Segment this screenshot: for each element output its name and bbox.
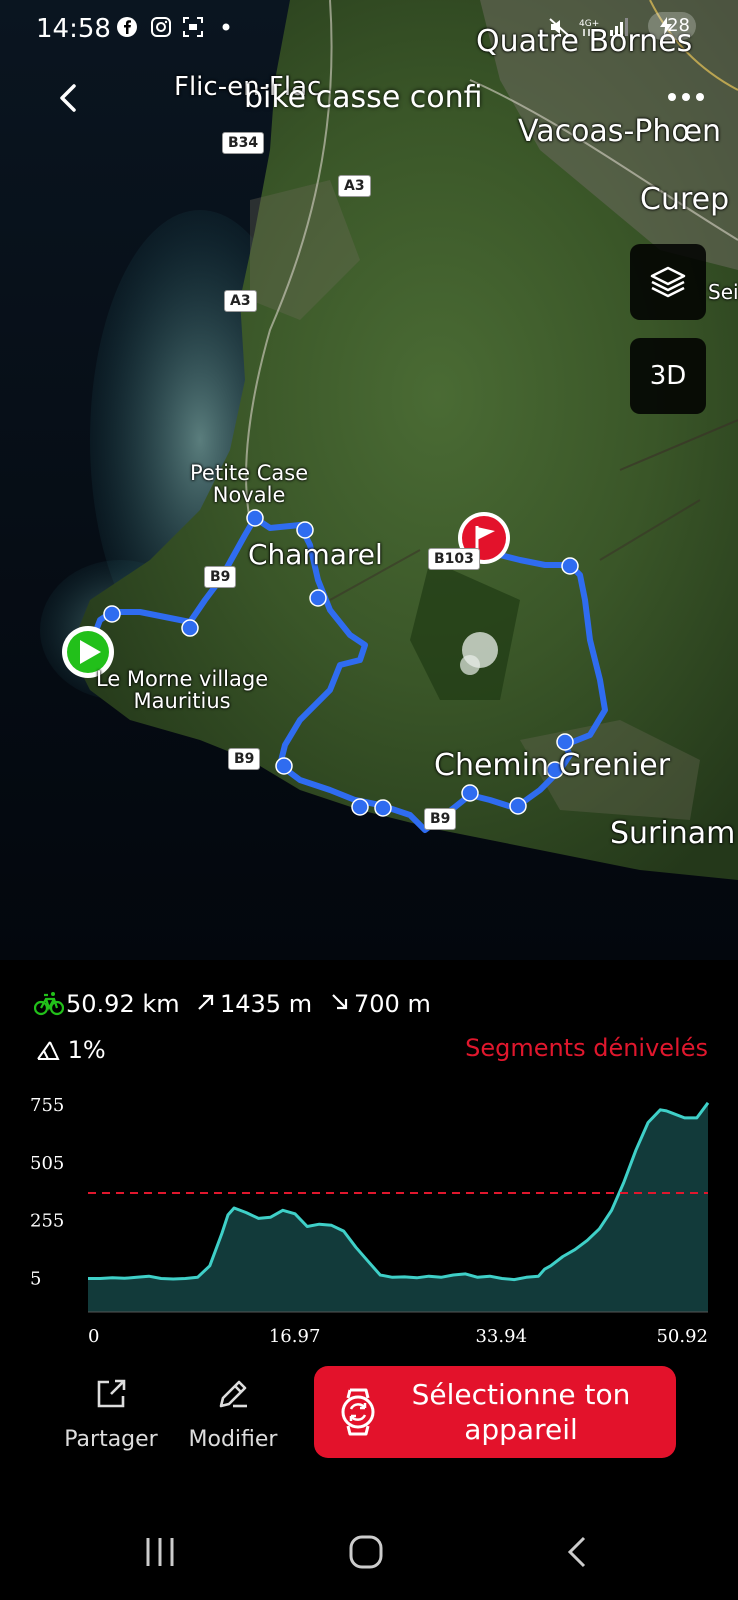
- elevation-area: [88, 1102, 708, 1312]
- mute-icon: [549, 18, 569, 36]
- signal-icon: [610, 18, 628, 36]
- recent-apps-button[interactable]: [138, 1530, 182, 1574]
- instagram-icon: [151, 17, 171, 37]
- road-shield-b9: B9: [204, 566, 237, 588]
- y-tick-label: 755: [30, 1095, 64, 1116]
- road-shield-b9: B9: [424, 808, 457, 830]
- y-tick-label: 505: [30, 1153, 64, 1174]
- back-chevron-icon: [567, 1536, 586, 1568]
- y-tick-label: 255: [30, 1211, 64, 1232]
- elevation-chart[interactable]: 755 505 255 5 0 16.97 33.94 50.92: [0, 1080, 738, 1350]
- x-tick-label: 33.94: [475, 1326, 527, 1347]
- chevron-left-icon: [60, 84, 76, 112]
- more-options-button[interactable]: [664, 82, 708, 112]
- facebook-icon: [117, 17, 137, 37]
- map-label-le-morne: Le Morne village Mauritius: [96, 667, 269, 714]
- map-view[interactable]: Quatre Bornes Flic-en-Flac Vacoas-Phœn C…: [0, 0, 738, 960]
- bike-icon: [34, 992, 64, 1016]
- descent-value: 700 m: [354, 990, 431, 1018]
- grade-value: 1%: [67, 1036, 106, 1064]
- map-label-chamarel: Chamarel: [248, 538, 383, 571]
- 3d-label: 3D: [649, 361, 687, 391]
- route-title: bike casse confi: [244, 80, 483, 115]
- edit-label: Modifier: [188, 1427, 278, 1452]
- 4g-icon: 4G+: [579, 19, 599, 36]
- road-shield-a3: A3: [224, 290, 257, 312]
- layers-icon: [650, 266, 686, 298]
- home-button[interactable]: [344, 1530, 388, 1574]
- map-label-chemin-grenier: Chemin Grenier: [434, 748, 671, 783]
- system-back-button[interactable]: [556, 1530, 600, 1574]
- map-label-vacoas: Vacoas-Phœn: [518, 114, 722, 149]
- x-tick-label: 50.92: [656, 1326, 708, 1347]
- map-label-sei: Sei: [708, 280, 738, 304]
- descent-arrow-icon: [332, 994, 348, 1010]
- dot-icon: [222, 23, 230, 31]
- ascent-arrow-icon: [198, 994, 214, 1010]
- select-device-label: Sélectionne ton appareil: [411, 1378, 631, 1446]
- more-dots-icon: [668, 93, 704, 101]
- ascent-value: 1435 m: [220, 990, 313, 1018]
- charging-bolt-icon: [660, 17, 672, 35]
- home-icon: [349, 1535, 383, 1569]
- y-tick-label: 5: [30, 1268, 41, 1289]
- share-button[interactable]: Partager: [56, 1374, 166, 1452]
- recent-apps-icon: [146, 1538, 174, 1566]
- svg-text:4G+: 4G+: [579, 19, 599, 29]
- map-label-petite-case-novale: Petite Case Novale: [190, 461, 309, 508]
- x-tick-label: 16.97: [269, 1326, 321, 1347]
- watch-sync-icon: [341, 1388, 375, 1436]
- segments-link[interactable]: Segments dénivelés: [465, 1034, 708, 1062]
- share-label: Partager: [64, 1427, 158, 1452]
- road-shield-b9: B9: [228, 748, 261, 770]
- map-layers-button[interactable]: [630, 244, 706, 320]
- back-button[interactable]: [46, 76, 90, 120]
- edit-button[interactable]: Modifier: [178, 1374, 288, 1452]
- grade-row: 1%: [36, 1036, 106, 1064]
- grade-icon: [37, 1041, 60, 1060]
- share-icon: [97, 1379, 126, 1408]
- map-label-surinam: Surinam: [610, 816, 736, 851]
- road-shield-b34: B34: [222, 132, 265, 154]
- screenshot-icon: [183, 17, 203, 37]
- pencil-icon: [219, 1380, 247, 1408]
- map-label-curepipe: Curep: [640, 182, 730, 217]
- road-shield-b103: B103: [428, 548, 480, 570]
- select-device-button[interactable]: Sélectionne ton appareil: [314, 1366, 676, 1458]
- status-time: 14:58: [36, 14, 111, 44]
- distance-value: 50.92 km: [66, 990, 180, 1018]
- status-bar: 14:58 4G+ 28: [0, 0, 738, 56]
- map-3d-button[interactable]: 3D: [630, 338, 706, 414]
- x-tick-label: 0: [88, 1326, 99, 1347]
- road-shield-a3: A3: [338, 175, 371, 197]
